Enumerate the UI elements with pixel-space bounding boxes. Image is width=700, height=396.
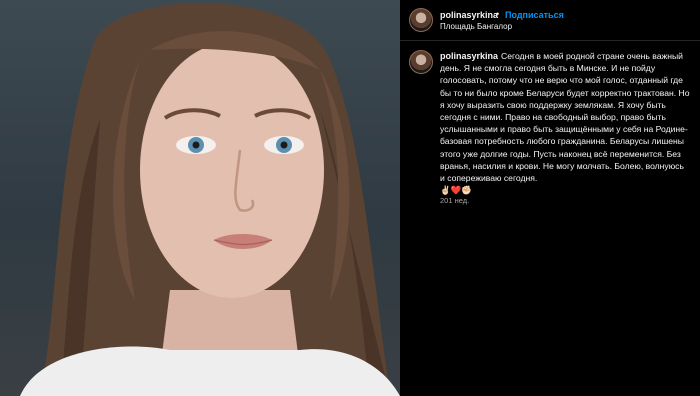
- profile-avatar[interactable]: [409, 8, 433, 32]
- caption-avatar[interactable]: [409, 50, 433, 74]
- post-timestamp[interactable]: 201 нед.: [440, 196, 469, 205]
- separator-dot: •: [496, 9, 500, 19]
- caption-text: Сегодня в моей родной стране очень важны…: [440, 51, 690, 196]
- author-username-link[interactable]: polinasyrkina: [440, 10, 498, 20]
- location-link[interactable]: Площадь Бангалор: [440, 22, 512, 31]
- portrait-illustration: [20, 2, 400, 396]
- post-photo[interactable]: [0, 0, 400, 396]
- post-side-panel: polinasyrkina • Подписаться Площадь Банг…: [400, 0, 700, 396]
- post-header: polinasyrkina • Подписаться Площадь Банг…: [400, 0, 700, 41]
- post-caption: polinasyrkina Сегодня в моей родной стран…: [440, 50, 690, 196]
- caption-username-link[interactable]: polinasyrkina: [440, 51, 498, 61]
- follow-button[interactable]: Подписаться: [505, 10, 564, 20]
